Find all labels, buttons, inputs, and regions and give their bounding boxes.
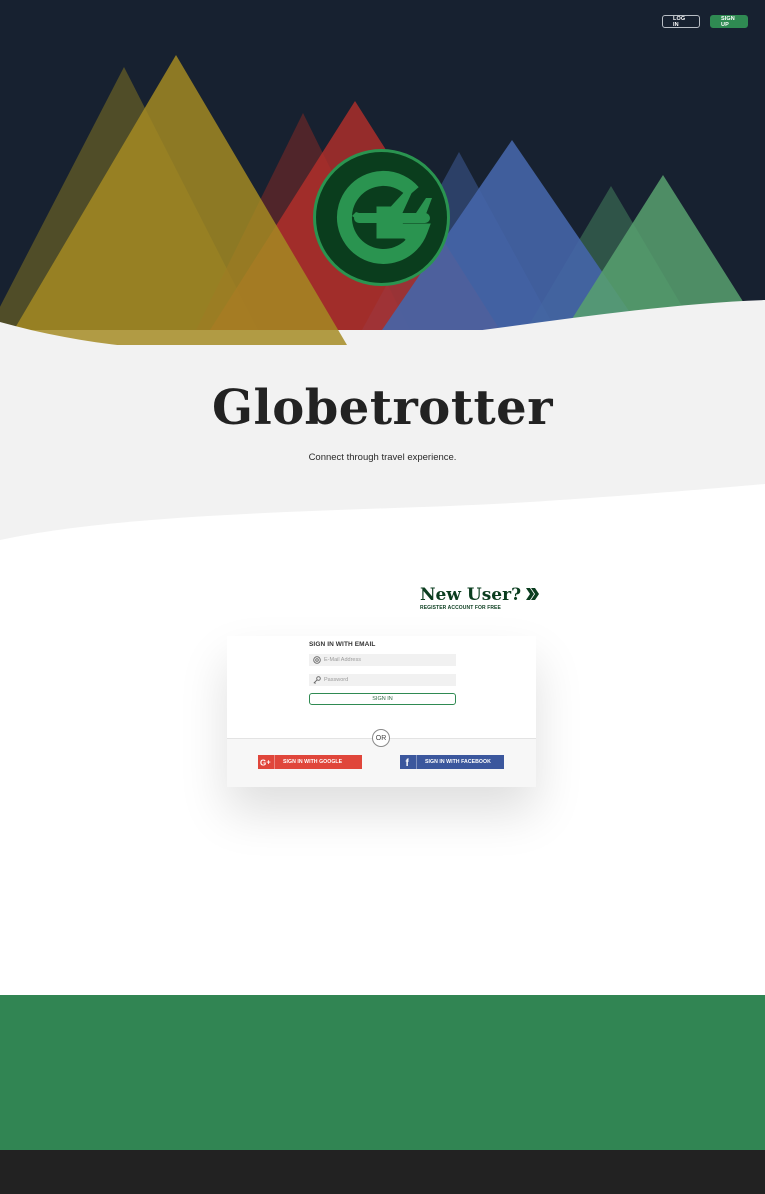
footer-band xyxy=(0,995,765,1150)
or-divider: OR xyxy=(372,729,390,747)
hero-section: LOG IN SIGN UP Globetrotter Connect thro… xyxy=(0,0,765,560)
top-nav: LOG IN SIGN UP xyxy=(662,15,748,28)
at-sign-icon xyxy=(313,656,321,664)
facebook-signin-label: SIGN IN WITH FACEBOOK xyxy=(425,759,491,765)
register-title: New User? xyxy=(420,585,522,605)
double-chevron-right-icon xyxy=(526,585,540,605)
brand-tagline: Connect through travel experience. xyxy=(308,452,457,463)
brand-title: Globetrotter xyxy=(212,380,553,436)
google-signin-label: SIGN IN WITH GOOGLE xyxy=(283,759,343,765)
google-plus-icon: G + xyxy=(258,755,275,769)
signin-heading: SIGN IN WITH EMAIL xyxy=(309,641,376,648)
svg-text:f: f xyxy=(406,758,410,767)
password-field[interactable] xyxy=(309,674,456,686)
facebook-icon: f xyxy=(400,755,417,769)
facebook-signin-button[interactable]: f SIGN IN WITH FACEBOOK xyxy=(400,755,504,769)
svg-text:G: G xyxy=(260,758,266,767)
footer-bottom-bar xyxy=(0,1150,765,1194)
email-signin-panel: SIGN IN WITH EMAIL SIGN IN xyxy=(227,636,536,738)
key-icon xyxy=(313,676,321,684)
register-subtitle: REGISTER ACCOUNT FOR FREE xyxy=(420,605,501,611)
register-link[interactable]: New User? REGISTER ACCOUNT FOR FREE xyxy=(420,585,540,611)
email-input[interactable] xyxy=(324,655,452,665)
globe-plane-logo-icon xyxy=(313,149,450,286)
signup-button[interactable]: SIGN UP xyxy=(710,15,748,28)
signin-button[interactable]: SIGN IN xyxy=(309,693,456,705)
email-field[interactable] xyxy=(309,654,456,666)
register-title-row: New User? xyxy=(420,585,540,605)
svg-text:+: + xyxy=(267,759,271,766)
google-signin-button[interactable]: G + SIGN IN WITH GOOGLE xyxy=(258,755,362,769)
signin-card: SIGN IN WITH EMAIL SIGN IN OR G + SIGN I… xyxy=(227,636,536,787)
password-input[interactable] xyxy=(324,675,452,685)
login-button[interactable]: LOG IN xyxy=(662,15,700,28)
